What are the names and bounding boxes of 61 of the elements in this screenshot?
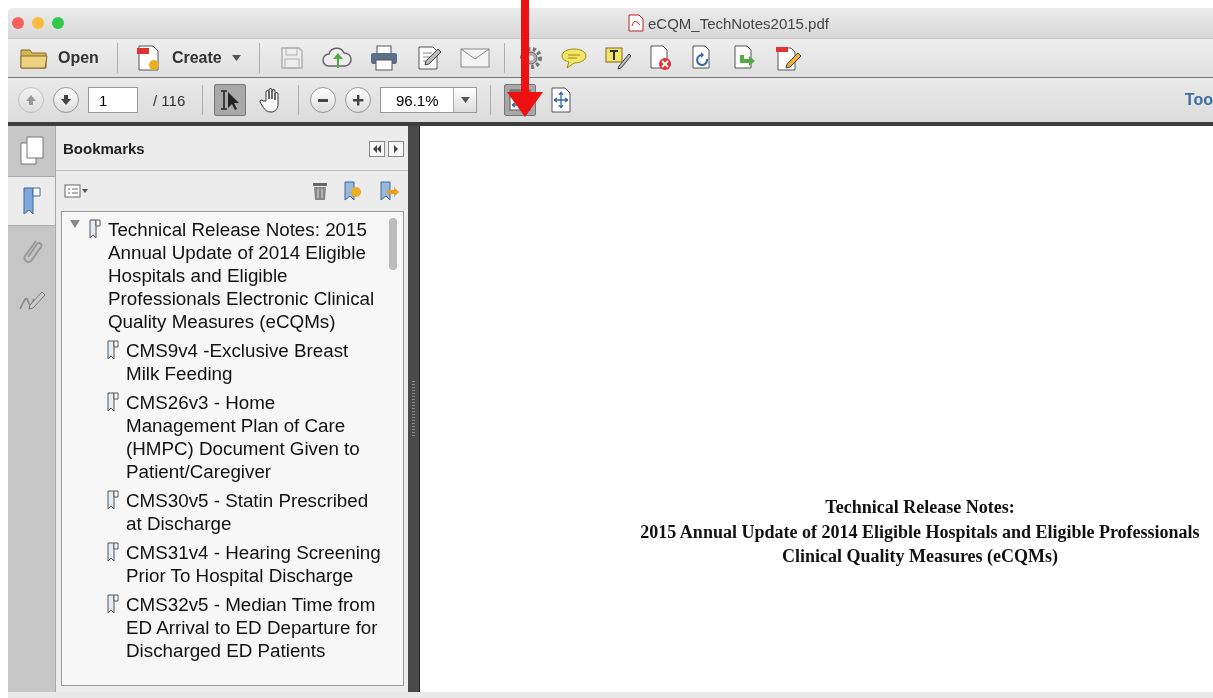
text-edit-icon[interactable]: [604, 46, 631, 70]
minus-icon: [318, 98, 329, 102]
expand-panel-button[interactable]: [388, 141, 404, 157]
document-heading-line: Technical Release Notes:: [824, 496, 1016, 519]
new-bookmark-icon[interactable]: [342, 180, 364, 202]
cursor-icon: [219, 88, 242, 112]
page-count: / 116: [153, 91, 186, 109]
tools-link[interactable]: Too: [1184, 91, 1213, 109]
bookmark-icon: [106, 542, 120, 562]
next-page-button[interactable]: [53, 87, 79, 113]
collapse-panel-button[interactable]: [369, 141, 385, 157]
bookmark-icon: [106, 490, 120, 510]
bookmark-icon: [106, 340, 120, 360]
create-document-icon: [135, 44, 162, 72]
scrollbar-thumb[interactable]: [389, 218, 397, 270]
zoom-out-button[interactable]: [310, 87, 337, 113]
document-arrow-icon[interactable]: [732, 45, 757, 71]
zoom-dropdown-button[interactable]: [453, 88, 477, 112]
bookmark-item[interactable]: CMS9v4 -Exclusive Breast Milk Feeding: [126, 339, 381, 385]
cloud-upload-icon[interactable]: [321, 46, 352, 70]
edit-document-icon[interactable]: [415, 45, 442, 71]
caret-icon: [231, 55, 241, 61]
splitter-grip[interactable]: [412, 381, 415, 437]
bookmark-item[interactable]: CMS26v3 - Home Management Plan of Care (HMPC) Document Given to Patient/Caregiver: [126, 391, 381, 483]
open-button[interactable]: Open: [16, 45, 103, 71]
delete-document-icon[interactable]: [648, 45, 673, 71]
bookmark-icon: [20, 186, 43, 216]
bookmark-icon: [88, 219, 102, 239]
zoom-combo-box[interactable]: 96.1%: [380, 87, 478, 113]
window-title: eCQM_TechNotes2015.pdf: [648, 14, 829, 32]
bookmark-item[interactable]: Technical Release Notes: 2015 Annual Update of 2014 Eligible Hospitals and Eligible Professionals Electronic Clinical Quality Measures (eCQMs): [108, 218, 381, 333]
bookmarks-tab[interactable]: [8, 176, 55, 226]
document-heading-line: 2015 Annual Update of 2014 Eligible Hospitals and Eligible Professionals: [639, 520, 1201, 544]
bookmark-icon: [106, 392, 120, 412]
page-number-field[interactable]: 1: [88, 87, 138, 113]
fit-page-icon: [549, 87, 574, 113]
right-triangle-icon: [393, 145, 399, 153]
caret-icon: [460, 97, 470, 103]
create-button[interactable]: Create: [131, 42, 245, 74]
pdf-file-icon: [628, 14, 644, 32]
document-heading-line: Clinical Quality Measures (eCQMs): [780, 545, 1060, 568]
save-icon: [279, 46, 304, 70]
bookmark-item[interactable]: CMS32v5 - Median Time from ED Arrival to ED Departure for Discharged ED Patients: [126, 593, 381, 662]
folder-icon: [20, 47, 48, 69]
print-icon[interactable]: [369, 45, 398, 71]
trash-icon[interactable]: [312, 181, 328, 201]
bookmark-item[interactable]: CMS31v4 - Hearing Screening Prior To Hospital Discharge: [126, 541, 381, 587]
bookmark-arrow-icon[interactable]: [378, 180, 400, 202]
bookmark-icon: [106, 594, 120, 614]
collapse-triangle-icon[interactable]: [70, 219, 80, 229]
close-window-button[interactable]: [12, 17, 24, 29]
panel-title: Bookmarks: [63, 139, 145, 157]
bookmark-item[interactable]: CMS30v5 - Statin Prescribed at Discharge: [126, 489, 381, 535]
select-tool-button[interactable]: [214, 84, 247, 116]
signature-icon: [17, 289, 46, 313]
comment-icon[interactable]: [560, 47, 587, 69]
pages-icon: [18, 136, 45, 166]
zoom-in-button[interactable]: [345, 87, 372, 113]
double-left-arrow-icon: [372, 145, 382, 153]
document-pencil-icon[interactable]: [774, 45, 801, 71]
options-menu-icon[interactable]: [64, 184, 88, 198]
